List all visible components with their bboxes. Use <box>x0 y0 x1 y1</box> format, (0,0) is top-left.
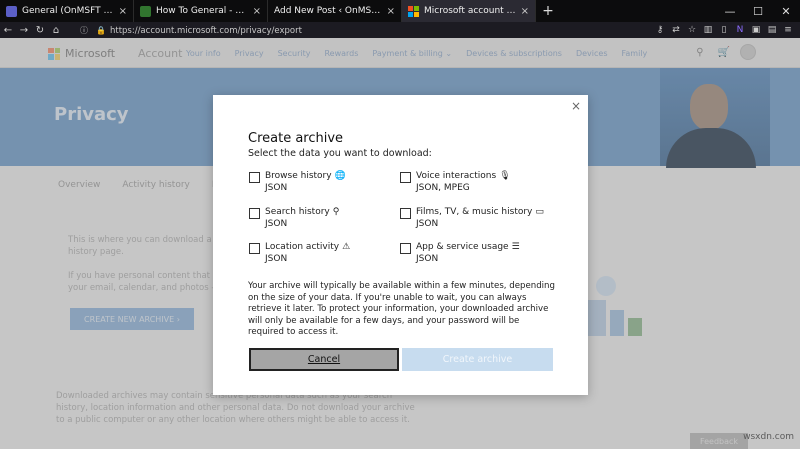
location-icon: ⚠ <box>342 242 351 252</box>
option-format: JSON, MPEG <box>416 183 470 193</box>
toolbar-icons: ⚷ ⇄ ☆ ▥ ▯ N ▣ ▤ ≡ <box>654 22 794 38</box>
option-label: Browse history <box>265 171 332 181</box>
library-icon[interactable]: ▥ <box>702 24 714 36</box>
option-label: Voice interactions <box>416 171 497 181</box>
browse-history-checkbox[interactable] <box>249 172 260 183</box>
tab-label: General (OnMSFT Team) | Mic <box>22 6 115 16</box>
option-format: JSON <box>265 254 288 264</box>
search-icon: ⚲ <box>332 207 340 217</box>
films-tv-music-checkbox[interactable] <box>400 208 411 219</box>
option-format: JSON <box>265 219 288 229</box>
search-history-checkbox[interactable] <box>249 208 260 219</box>
browser-tab-microsoft-account[interactable]: Microsoft account | Privacy × <box>402 0 536 22</box>
tab-close-icon[interactable]: × <box>521 6 529 17</box>
option-app-service-usage[interactable]: App & service usage ☰ JSON <box>400 242 520 265</box>
close-window-icon[interactable]: ✕ <box>772 0 800 22</box>
microphone-icon: 🎙 <box>499 171 511 181</box>
forward-arrow-icon[interactable]: → <box>16 22 32 38</box>
tab-close-icon[interactable]: × <box>253 6 261 17</box>
bookmark-star-icon[interactable]: ☆ <box>686 24 698 36</box>
watermark-text: wsxdn.com <box>743 432 794 442</box>
list-icon: ☰ <box>511 242 520 252</box>
media-icon: ▭ <box>535 207 544 217</box>
location-activity-checkbox[interactable] <box>249 243 260 254</box>
teams-favicon-icon <box>6 5 17 17</box>
minimize-icon[interactable]: — <box>716 0 744 22</box>
extension-icon[interactable]: ▤ <box>766 24 778 36</box>
option-label: Films, TV, & music history <box>416 207 533 217</box>
browser-tab-teams[interactable]: General (OnMSFT Team) | Mic × <box>0 0 134 22</box>
back-arrow-icon[interactable]: ← <box>0 22 16 38</box>
new-tab-button[interactable]: + <box>536 0 560 22</box>
option-location-activity[interactable]: Location activity ⚠ JSON <box>249 242 350 265</box>
voice-interactions-checkbox[interactable] <box>400 172 411 183</box>
tab-label: How To General - Planner <box>156 6 249 16</box>
archive-availability-text: Your archive will typically be available… <box>248 281 555 338</box>
maximize-icon[interactable]: ☐ <box>744 0 772 22</box>
translate-icon[interactable]: ⇄ <box>670 24 682 36</box>
tab-close-icon[interactable]: × <box>119 6 127 17</box>
menu-icon[interactable]: ≡ <box>782 24 794 36</box>
window-controls: — ☐ ✕ <box>716 0 800 22</box>
browser-tab-onmsft[interactable]: Add New Post ‹ OnMSFT.com — W × <box>268 0 402 22</box>
extension-icon[interactable]: N <box>734 24 746 36</box>
option-format: JSON <box>265 183 288 193</box>
option-format: JSON <box>416 254 439 264</box>
address-bar[interactable]: ⓘ 🔒 https://account.microsoft.com/privac… <box>76 24 622 37</box>
browser-tab-bar: General (OnMSFT Team) | Mic × How To Gen… <box>0 0 800 22</box>
key-icon[interactable]: ⚷ <box>654 24 666 36</box>
tab-close-icon[interactable]: × <box>387 6 395 17</box>
globe-icon: 🌐 <box>334 171 346 181</box>
option-label: App & service usage <box>416 242 509 252</box>
browser-nav-bar: ← → ↻ ⌂ ⓘ 🔒 https://account.microsoft.co… <box>0 22 800 38</box>
app-service-usage-checkbox[interactable] <box>400 243 411 254</box>
browser-tab-planner[interactable]: How To General - Planner × <box>134 0 268 22</box>
option-browse-history[interactable]: Browse history 🌐 JSON <box>249 171 346 194</box>
option-films-tv-music[interactable]: Films, TV, & music history ▭ JSON <box>400 207 544 230</box>
lock-icon: 🔒 <box>96 26 106 35</box>
tab-label: Add New Post ‹ OnMSFT.com — W <box>274 6 383 16</box>
extension-icon[interactable]: ▣ <box>750 24 762 36</box>
tab-label: Microsoft account | Privacy <box>424 6 517 16</box>
option-label: Search history <box>265 207 330 217</box>
reload-icon[interactable]: ↻ <box>32 22 48 38</box>
cancel-button[interactable]: Cancel <box>249 348 399 371</box>
option-format: JSON <box>416 219 439 229</box>
sidebar-icon[interactable]: ▯ <box>718 24 730 36</box>
microsoft-favicon-icon <box>408 5 419 17</box>
create-archive-dialog: × Create archive Select the data you wan… <box>213 95 588 395</box>
info-icon[interactable]: ⓘ <box>80 25 88 36</box>
create-archive-button[interactable]: Create archive <box>402 348 553 371</box>
option-label: Location activity <box>265 242 340 252</box>
option-voice-interactions[interactable]: Voice interactions 🎙 JSON, MPEG <box>400 171 511 194</box>
option-search-history[interactable]: Search history ⚲ JSON <box>249 207 339 230</box>
url-text[interactable]: https://account.microsoft.com/privacy/ex… <box>110 26 302 36</box>
home-icon[interactable]: ⌂ <box>48 22 64 38</box>
dialog-title: Create archive <box>248 131 344 146</box>
close-icon[interactable]: × <box>570 100 582 112</box>
planner-favicon-icon <box>140 5 151 17</box>
dialog-subtitle: Select the data you want to download: <box>248 148 432 159</box>
